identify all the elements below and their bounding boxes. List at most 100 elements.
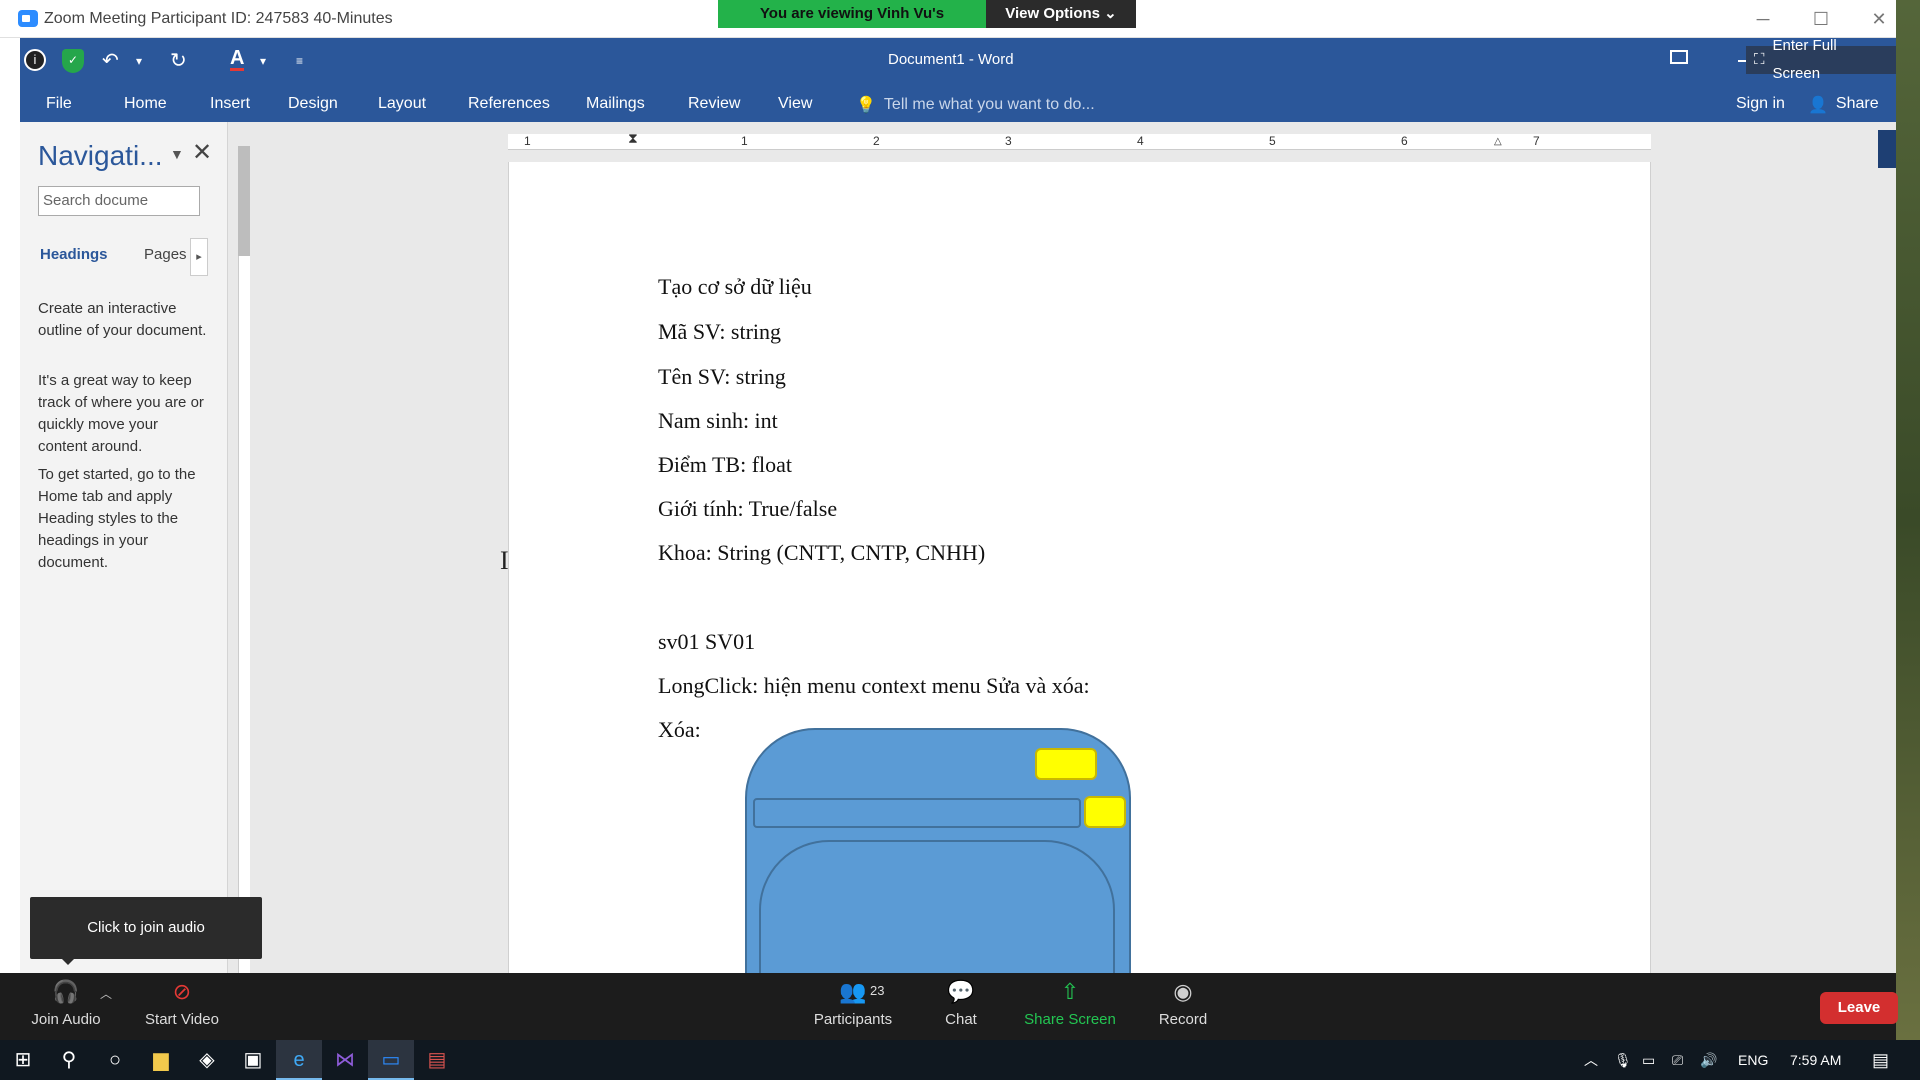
redo-icon[interactable]: ↻ — [170, 48, 187, 73]
nav-pane-close-icon[interactable]: ✕ — [192, 138, 212, 167]
phone-mockup-yellow-button — [1084, 796, 1126, 828]
tab-review[interactable]: Review — [688, 95, 740, 113]
zoom-taskbar-icon[interactable]: ▭ — [368, 1040, 414, 1080]
headphones-icon: 🎧 — [52, 979, 80, 1004]
start-video-button[interactable]: ⊘ Start Video — [140, 973, 224, 1040]
ruler-number: 1 — [741, 134, 748, 148]
text-cursor-icon: I — [500, 546, 509, 575]
sign-in-link[interactable]: Sign in — [1736, 95, 1785, 113]
battery-icon[interactable]: ▭ — [1642, 1040, 1655, 1080]
tab-mailings[interactable]: Mailings — [586, 95, 645, 113]
audio-options-caret-icon[interactable]: ︿ — [100, 985, 112, 1002]
doc-line[interactable]: Tạo cơ sở dữ liệu — [658, 274, 812, 300]
font-color-icon[interactable]: A — [230, 48, 245, 71]
cortana-icon[interactable]: ○ — [92, 1040, 138, 1080]
record-label: Record — [1158, 1011, 1208, 1028]
search-placeholder: Search docume — [43, 192, 149, 209]
file-explorer-icon[interactable]: ▆ — [138, 1040, 184, 1080]
ribbon-display-icon[interactable] — [1670, 50, 1688, 64]
join-audio-label: Join Audio — [31, 1011, 101, 1028]
app-icon[interactable]: ◈ — [184, 1040, 230, 1080]
tab-view[interactable]: View — [778, 95, 812, 113]
join-audio-button[interactable]: 🎧 Join Audio — [24, 973, 108, 1040]
join-audio-tooltip[interactable]: Click to join audio — [30, 897, 262, 959]
notifications-icon[interactable]: ▤ — [1872, 1040, 1889, 1080]
start-windows-icon[interactable]: ⊞ — [0, 1040, 46, 1080]
clock[interactable]: 7:59 AM — [1790, 1040, 1841, 1080]
tab-references[interactable]: References — [468, 95, 550, 113]
leave-button[interactable]: Leave — [1820, 992, 1898, 1024]
info-icon[interactable]: i — [24, 49, 46, 71]
undo-icon[interactable]: ↶ — [102, 48, 119, 73]
nav-pane-options-icon[interactable]: ▼ — [170, 146, 184, 162]
viewing-screen-label: You are viewing Vinh Vu's screen — [718, 0, 986, 50]
search-icon[interactable]: ⚲ — [46, 1040, 92, 1080]
tray-overflow-icon[interactable]: ︿ — [1584, 1040, 1598, 1080]
tooltip-arrow — [60, 957, 76, 965]
share-screen-button[interactable]: ⇧ Share Screen — [1022, 973, 1118, 1040]
undo-dropdown-icon[interactable]: ▾ — [136, 54, 142, 68]
doc-line[interactable]: sv01 SV01 — [658, 629, 755, 655]
chat-label: Chat — [945, 1011, 977, 1028]
zoom-window-title: Zoom Meeting Participant ID: 247583 40-M… — [44, 10, 393, 27]
nav-help-text-2: It's a great way to keep track of where … — [38, 372, 204, 455]
store-icon[interactable]: ▣ — [230, 1040, 276, 1080]
tab-design[interactable]: Design — [288, 95, 338, 113]
ruler-number: 3 — [1005, 134, 1012, 148]
chat-button[interactable]: 💬 Chat — [938, 973, 984, 1040]
doc-line[interactable]: Giới tính: True/false — [658, 496, 837, 522]
doc-line[interactable]: LongClick: hiện menu context menu Sửa và… — [658, 673, 1090, 699]
doc-line[interactable]: Mã SV: string — [658, 319, 781, 345]
horizontal-ruler: 1 1 2 3 4 5 6 7 ⧗ △ — [508, 130, 1651, 150]
doc-line[interactable]: Xóa: — [658, 717, 701, 743]
minimize-button[interactable]: ─ — [1748, 6, 1778, 32]
phone-mockup-bar — [753, 798, 1081, 828]
edge-browser-icon[interactable]: e — [276, 1040, 322, 1080]
vertical-ruler-track — [238, 146, 250, 973]
tab-pages[interactable]: Pages — [144, 246, 187, 263]
tab-home[interactable]: Home — [124, 95, 167, 113]
participants-button[interactable]: 👥 Participants — [808, 973, 898, 1040]
word-share-button[interactable]: 👤 Share — [1808, 95, 1879, 115]
share-screen-label: Share Screen — [1024, 1011, 1116, 1028]
tab-headings[interactable]: Headings — [40, 246, 108, 263]
visual-studio-icon[interactable]: ⋈ — [322, 1040, 368, 1080]
doc-line[interactable]: Tên SV: string — [658, 364, 786, 390]
encryption-shield-icon[interactable]: ✓ — [62, 49, 84, 73]
doc-line[interactable]: Điểm TB: float — [658, 452, 792, 478]
customize-toolbar-icon[interactable]: ≡ — [296, 54, 303, 68]
nav-tabs-scroll-icon[interactable]: ▸ — [190, 238, 208, 276]
share-label: Share — [1835, 95, 1879, 112]
tab-layout[interactable]: Layout — [378, 95, 426, 113]
winrar-icon[interactable]: ▤ — [414, 1040, 460, 1080]
close-button[interactable]: ✕ — [1864, 6, 1894, 32]
enter-full-screen-button[interactable]: ⛶ Enter Full Screen — [1746, 38, 1896, 82]
record-button[interactable]: ◉ Record — [1152, 973, 1214, 1040]
tab-insert[interactable]: Insert — [210, 95, 250, 113]
desktop-wallpaper-right — [1896, 0, 1920, 1040]
search-document-input[interactable]: Search docume — [38, 186, 200, 216]
zoom-app-icon — [18, 10, 38, 27]
microphone-icon[interactable]: 🎙 — [1614, 1040, 1632, 1080]
tab-file[interactable]: File — [46, 95, 72, 113]
tell-me-search[interactable]: 💡 Tell me what you want to do... — [856, 95, 1095, 115]
vertical-ruler — [234, 122, 252, 973]
word-document-title: Document1 - Word — [888, 51, 1014, 68]
right-indent-marker-icon[interactable]: △ — [1494, 136, 1502, 147]
navigation-pane: Navigati... ▼ ✕ Search docume Headings P… — [20, 122, 228, 973]
word-minimize-icon[interactable] — [1738, 60, 1746, 62]
phone-mockup-shape[interactable] — [745, 728, 1131, 973]
participants-label: Participants — [813, 1011, 893, 1028]
phone-mockup-screen — [759, 840, 1115, 973]
word-ribbon-tabs: File Home Insert Design Layout Reference… — [20, 84, 1896, 168]
font-color-dropdown-icon[interactable]: ▾ — [260, 54, 266, 68]
doc-line[interactable]: Khoa: String (CNTT, CNTP, CNHH) — [658, 540, 985, 566]
view-options-button[interactable]: View Options ⌄ — [986, 0, 1136, 28]
language-indicator[interactable]: ENG — [1738, 1040, 1768, 1080]
volume-icon[interactable]: 🔊 — [1700, 1040, 1717, 1080]
maximize-button[interactable]: ☐ — [1806, 6, 1836, 32]
doc-line[interactable]: Nam sinh: int — [658, 408, 778, 434]
network-icon[interactable]: ⎚ — [1672, 1040, 1683, 1080]
indent-marker-icon[interactable]: ⧗ — [628, 130, 638, 147]
ruler-number: 7 — [1533, 134, 1540, 148]
